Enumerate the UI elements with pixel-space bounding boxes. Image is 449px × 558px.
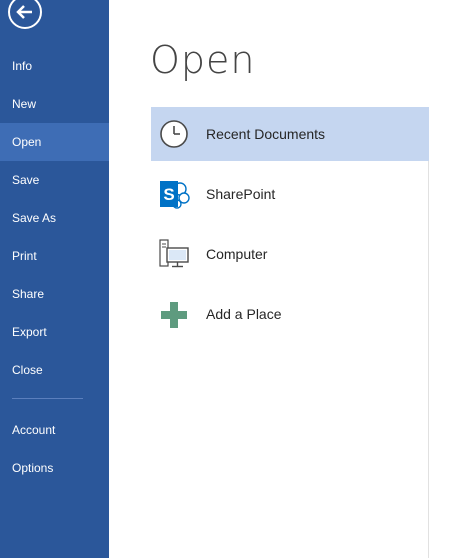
backstage-sidebar: Info New Open Save Save As Print Share E…: [0, 0, 109, 558]
nav-item-save[interactable]: Save: [0, 161, 109, 199]
nav-item-share[interactable]: Share: [0, 275, 109, 313]
nav-divider: [12, 398, 83, 399]
svg-text:S: S: [163, 185, 174, 204]
computer-icon: [159, 239, 189, 268]
nav-item-info[interactable]: Info: [0, 47, 109, 85]
plus-icon: [161, 302, 187, 328]
place-label: Add a Place: [206, 306, 282, 322]
nav-item-close[interactable]: Close: [0, 351, 109, 389]
page-title: Open: [150, 38, 256, 82]
place-recent-documents[interactable]: Recent Documents: [151, 107, 429, 161]
nav-item-options[interactable]: Options: [0, 449, 109, 487]
nav-item-new[interactable]: New: [0, 85, 109, 123]
nav-item-print[interactable]: Print: [0, 237, 109, 275]
clock-icon: [160, 120, 188, 148]
nav-item-export[interactable]: Export: [0, 313, 109, 351]
place-label: Recent Documents: [206, 126, 326, 142]
place-label: SharePoint: [206, 186, 276, 202]
place-add-a-place[interactable]: Add a Place: [151, 287, 429, 341]
place-sharepoint[interactable]: S SharePoint: [151, 167, 429, 221]
back-button[interactable]: [8, 0, 42, 29]
place-label: Computer: [206, 246, 268, 262]
nav-item-open[interactable]: Open: [0, 123, 109, 161]
nav-item-save-as[interactable]: Save As: [0, 199, 109, 237]
sharepoint-icon: S: [160, 181, 190, 209]
place-computer[interactable]: Computer: [151, 227, 429, 281]
back-arrow-icon: [16, 5, 32, 19]
nav-item-account[interactable]: Account: [0, 411, 109, 449]
